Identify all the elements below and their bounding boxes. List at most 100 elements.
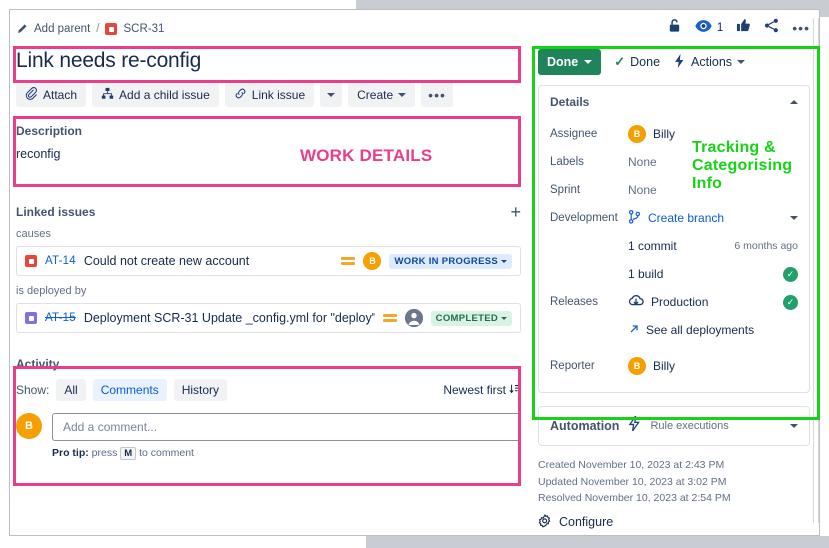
pencil-icon [16,23,28,35]
gear-icon [538,513,552,531]
link-issue-label: Link issue [251,87,306,102]
breadcrumb: Add parent / SCR-31 [16,18,521,40]
issue-sidebar-column: 1 ••• Done ✓ Done Actions Details Assign… [538,18,810,531]
page-scrollbar[interactable] [813,18,819,523]
activity-filter-all[interactable]: All [56,379,86,401]
activity-filter-comments[interactable]: Comments [92,379,167,401]
add-child-issue-label: Add a child issue [119,87,210,102]
details-heading: Details [550,95,590,109]
attach-label: Attach [43,87,78,102]
dev-commit-row[interactable]: 1 commit 6 months ago [550,232,798,260]
attach-button[interactable]: Attach [16,82,87,107]
chevron-down-icon [584,60,593,64]
configure-button[interactable]: Configure [538,513,810,531]
avatar[interactable]: B [16,413,42,439]
window-chrome-bottom [366,536,829,548]
description-body[interactable]: reconfig [16,147,521,161]
issue-type-icon [105,23,118,35]
rule-executions-label: Rule executions [650,420,729,432]
linked-issue-key[interactable]: AT-14 [45,255,76,267]
create-button[interactable]: Create [348,82,416,107]
like-icon[interactable] [736,18,751,38]
field-value[interactable]: None [628,183,657,197]
chevron-up-icon[interactable] [790,100,798,104]
annotation-label-tracking: Tracking & Categorising Info [692,139,793,192]
linked-issue-key[interactable]: AT-15 [45,312,76,324]
activity-filters: Show: All Comments History Newest first [16,379,521,401]
chevron-down-icon [398,92,407,97]
release-name: Production [651,295,709,309]
field-label: Development [550,212,618,224]
watch-count: 1 [716,22,724,34]
linked-issues-header: Linked issues + [16,203,521,221]
watch-icon[interactable] [695,19,712,38]
share-icon[interactable] [764,18,779,38]
status-badge[interactable]: WORK IN PROGRESS [389,253,512,269]
avatar[interactable]: B [363,252,382,270]
created-timestamp: Created November 10, 2023 at 2:43 PM [538,459,725,471]
app-root: Add parent / SCR-31 Link needs re-config… [0,0,829,548]
add-linked-issue-button[interactable]: + [510,203,521,221]
automation-title: Automation [550,419,620,433]
activity-filter-history[interactable]: History [173,379,228,401]
field-reporter: Reporter B Billy [550,352,798,380]
more-actions-button[interactable]: ••• [421,82,453,107]
automation-card[interactable]: Automation Rule executions [538,406,810,446]
add-parent-link[interactable]: Add parent [34,23,90,35]
resolution-indicator[interactable]: ✓ Done [614,54,660,70]
chevron-down-icon[interactable] [790,424,798,428]
details-card: Details Assignee B Billy Labels None Spr… [538,85,810,393]
details-card-header[interactable]: Details [539,86,809,118]
dev-build-row[interactable]: 1 build ✓ [550,260,798,288]
status-action-row: Done ✓ Done Actions [538,49,810,75]
resolution-label: Done [630,55,661,69]
commit-time: 6 months ago [734,240,798,252]
unlock-icon[interactable] [667,18,682,38]
release-success-icon: ✓ [783,294,798,310]
check-icon: ✓ [614,54,626,69]
link-issue-dropdown-button[interactable] [320,82,343,107]
avatar[interactable] [404,309,423,327]
activity-sort-toggle[interactable]: Newest first [443,383,521,398]
branch-icon [628,209,641,227]
linked-issue-summary[interactable]: Deployment SCR-31 Update _config.yml for… [84,311,375,325]
comment-input[interactable]: Add a comment... [52,413,521,441]
page-title[interactable]: Link needs re-config [16,49,521,73]
actions-button[interactable]: Actions [673,53,746,71]
see-all-deployments-link[interactable]: See all deployments [628,323,754,338]
breadcrumb-issue-key[interactable]: SCR-31 [123,23,164,35]
status-badge[interactable]: COMPLETED [430,310,512,326]
task-icon [25,312,37,324]
activity-heading: Activity [16,357,60,371]
see-all-deployments-row[interactable]: See all deployments [550,316,798,344]
status-button-label: Done [547,55,579,69]
paperclip-icon [25,86,38,103]
more-icon[interactable]: ••• [792,21,810,35]
actions-label: Actions [691,55,733,69]
pro-tip-mid: press [88,447,121,459]
resolved-timestamp: Resolved November 10, 2023 at 2:54 PM [538,492,731,504]
link-icon [234,87,247,103]
chevron-down-icon[interactable] [790,216,798,220]
release-environment[interactable]: Production [628,293,708,311]
field-value[interactable]: None [628,155,657,169]
lightning-icon [673,53,686,71]
chevron-down-icon [501,316,507,320]
bug-icon [25,255,37,267]
link-issue-button[interactable]: Link issue [224,82,315,107]
issue-header-icons: 1 ••• [538,18,810,38]
field-value[interactable]: B Billy [628,125,675,143]
add-child-issue-button[interactable]: Add a child issue [92,82,219,107]
updated-timestamp: Updated November 10, 2023 at 3:02 PM [538,475,727,488]
status-button[interactable]: Done [538,49,602,75]
avatar: B [628,125,646,143]
annotation-label-work-details: WORK DETAILS [300,146,433,165]
linked-issues-heading: Linked issues [16,205,96,219]
table-row[interactable]: AT-15 Deployment SCR-31 Update _config.y… [16,303,521,333]
create-branch-link[interactable]: Create branch [628,209,724,227]
create-label: Create [357,87,394,102]
linked-issue-summary[interactable]: Could not create new account [84,254,334,268]
sort-descending-icon [509,383,521,398]
field-value[interactable]: B Billy [628,357,675,375]
table-row[interactable]: AT-14 Could not create new account B WOR… [16,246,521,276]
